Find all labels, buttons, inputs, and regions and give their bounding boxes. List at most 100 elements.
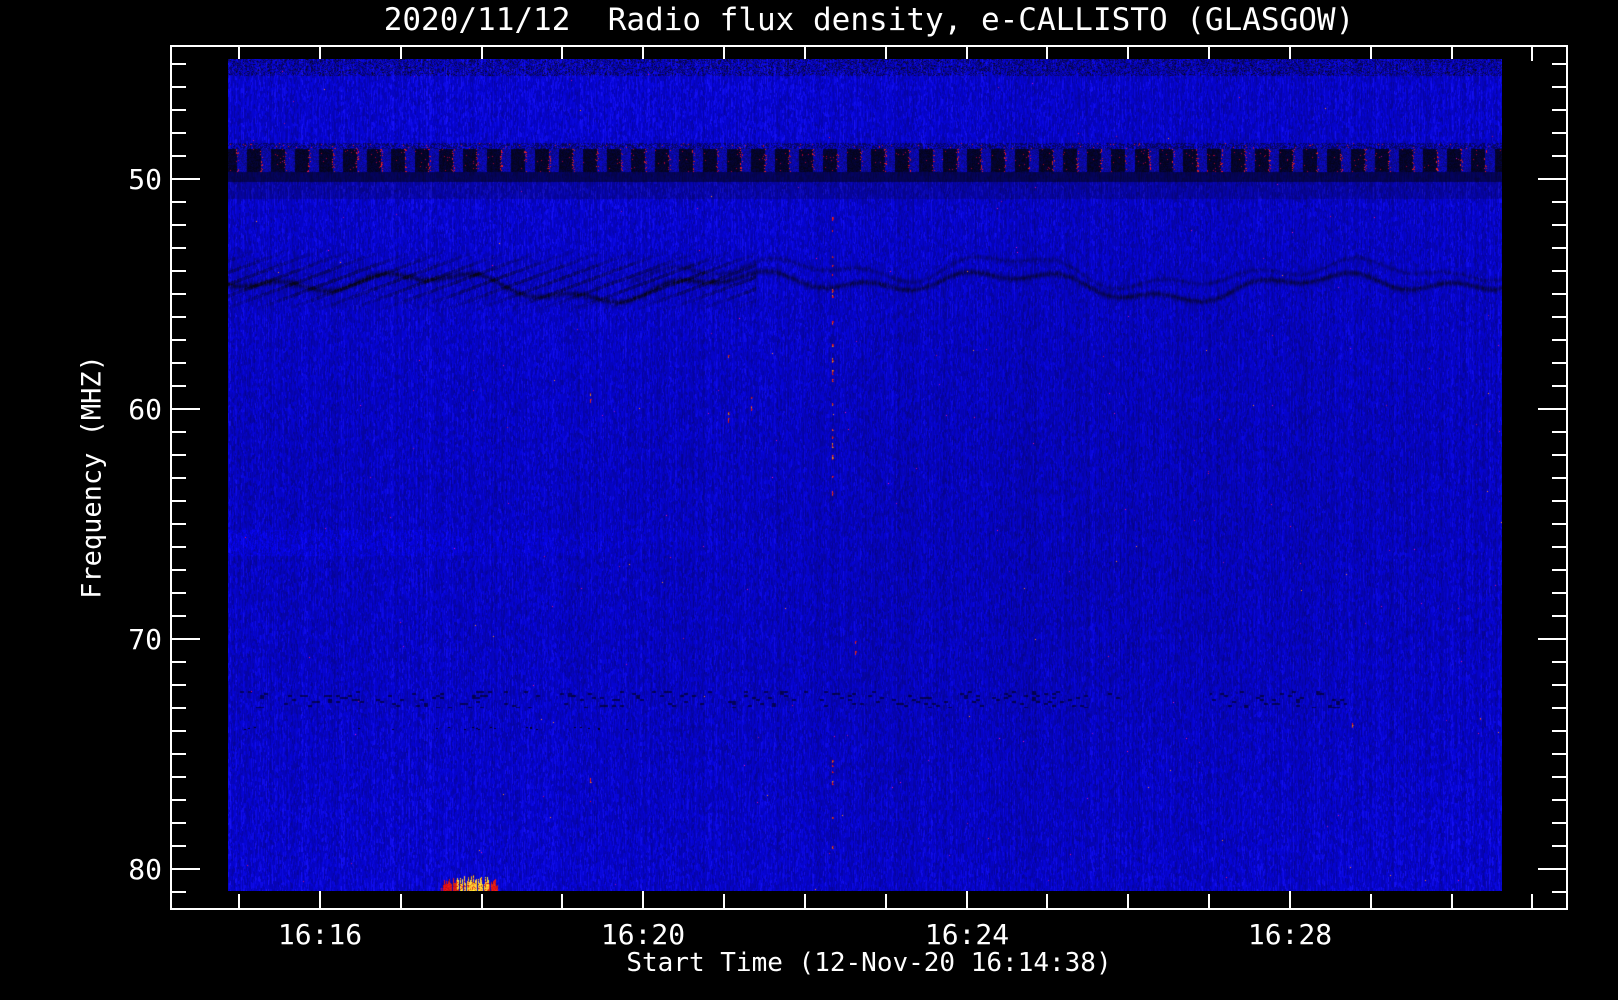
y-axis-tick	[1552, 776, 1566, 778]
y-axis-tick	[172, 247, 186, 249]
y-axis-tick	[1552, 155, 1566, 157]
y-axis-tick	[1552, 109, 1566, 111]
x-axis-tick	[1208, 894, 1210, 908]
y-axis-tick	[172, 109, 186, 111]
y-axis-tick	[172, 431, 186, 433]
y-axis-tick	[172, 523, 186, 525]
y-tick-label: 60	[128, 393, 162, 426]
y-axis-tick	[1552, 454, 1566, 456]
y-axis-tick	[172, 753, 186, 755]
y-axis-tick	[172, 385, 186, 387]
y-axis-tick	[172, 155, 186, 157]
spectrogram-page: 2020/11/12 Radio flux density, e-CALLIST…	[0, 0, 1618, 1000]
x-axis-tick	[1451, 894, 1453, 908]
y-axis-tick	[172, 845, 186, 847]
chart-title: 2020/11/12 Radio flux density, e-CALLIST…	[383, 2, 1355, 38]
y-axis-tick	[1552, 707, 1566, 709]
y-axis-tick	[1552, 201, 1566, 203]
y-axis-tick	[1552, 477, 1566, 479]
x-axis-tick	[400, 894, 402, 908]
x-axis-tick	[1046, 894, 1048, 908]
y-axis-tick	[1552, 86, 1566, 88]
x-axis-tick	[1370, 894, 1372, 908]
y-axis-tick	[172, 63, 186, 65]
y-axis-tick	[172, 86, 186, 88]
y-axis-tick	[172, 661, 186, 663]
y-axis-tick	[1538, 408, 1566, 410]
y-axis-tick	[172, 615, 186, 617]
y-axis-tick	[1552, 500, 1566, 502]
y-axis-tick	[1552, 592, 1566, 594]
y-axis-tick	[1552, 247, 1566, 249]
y-tick-label: 80	[128, 853, 162, 886]
y-axis-tick	[1552, 270, 1566, 272]
y-axis-tick	[1552, 615, 1566, 617]
y-axis-tick	[1552, 569, 1566, 571]
y-axis-tick	[172, 408, 200, 410]
y-axis-tick	[1552, 63, 1566, 65]
y-axis-tick	[172, 339, 186, 341]
x-tick-label: 16:24	[924, 918, 1010, 951]
y-axis-tick	[172, 201, 186, 203]
y-axis-tick	[1552, 684, 1566, 686]
x-axis-title: Start Time (12-Nov-20 16:14:38)	[626, 948, 1112, 978]
y-axis-tick	[172, 707, 186, 709]
y-axis-tick	[1552, 431, 1566, 433]
y-axis-tick	[172, 178, 200, 180]
y-axis-tick	[172, 730, 186, 732]
y-axis-tick	[1552, 661, 1566, 663]
y-axis-tick	[172, 638, 200, 640]
x-tick-label: 16:16	[277, 918, 363, 951]
y-axis-tick	[1552, 753, 1566, 755]
y-axis-tick	[172, 891, 186, 893]
y-axis-tick	[172, 546, 186, 548]
x-axis-tick	[885, 894, 887, 908]
y-axis-tick	[1552, 293, 1566, 295]
spectrogram-image	[228, 59, 1502, 891]
x-axis-tick	[561, 894, 563, 908]
y-axis-tick	[1552, 385, 1566, 387]
x-axis-tick	[1127, 894, 1129, 908]
y-axis-tick	[1538, 178, 1566, 180]
y-axis-tick	[1552, 730, 1566, 732]
y-axis-tick	[172, 684, 186, 686]
x-axis-tick	[723, 894, 725, 908]
y-axis-tick	[1538, 868, 1566, 870]
y-axis-tick	[1552, 891, 1566, 893]
y-axis-tick	[172, 477, 186, 479]
y-axis-tick	[172, 868, 200, 870]
x-axis-tick	[481, 894, 483, 908]
x-tick-label: 16:28	[1247, 918, 1333, 951]
y-axis-tick	[172, 132, 186, 134]
y-axis-tick	[172, 293, 186, 295]
x-tick-label: 16:20	[600, 918, 686, 951]
y-axis-tick	[1552, 845, 1566, 847]
y-axis-tick	[172, 500, 186, 502]
y-axis-tick	[1552, 822, 1566, 824]
x-axis-tick	[804, 894, 806, 908]
y-axis-tick	[1552, 224, 1566, 226]
y-axis-tick	[1538, 638, 1566, 640]
y-tick-label: 70	[128, 623, 162, 656]
y-axis-tick	[1552, 316, 1566, 318]
x-axis-tick	[238, 894, 240, 908]
y-axis-tick	[1552, 523, 1566, 525]
y-axis-title: Frequency (MHZ)	[76, 355, 108, 599]
y-axis-tick	[1552, 546, 1566, 548]
y-axis-tick	[1552, 362, 1566, 364]
y-axis-tick	[172, 224, 186, 226]
y-axis-tick	[1552, 799, 1566, 801]
x-axis-tick	[1531, 894, 1533, 908]
y-axis-tick	[172, 822, 186, 824]
y-axis-tick	[1552, 132, 1566, 134]
y-axis-tick	[172, 799, 186, 801]
y-axis-tick	[172, 454, 186, 456]
y-axis-tick	[172, 316, 186, 318]
y-axis-tick	[172, 569, 186, 571]
y-axis-tick	[172, 270, 186, 272]
y-axis-tick	[172, 776, 186, 778]
x-axis-tick	[1531, 47, 1533, 61]
y-axis-tick	[1552, 339, 1566, 341]
y-axis-tick	[172, 592, 186, 594]
y-tick-label: 50	[128, 163, 162, 196]
